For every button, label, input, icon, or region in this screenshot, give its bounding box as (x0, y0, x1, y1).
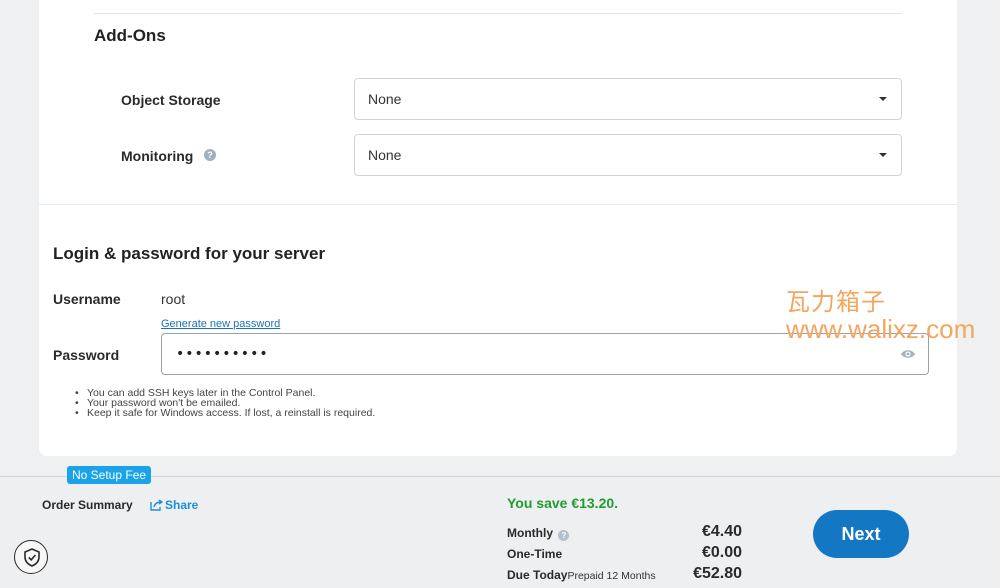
onetime-label: One-Time (507, 547, 563, 561)
username-value: root (161, 291, 186, 307)
object-storage-label: Object Storage (121, 92, 221, 108)
object-storage-value: None (368, 91, 402, 107)
eye-icon[interactable] (900, 348, 916, 360)
savings-text: You save €13.20. (507, 495, 619, 511)
due-today-row: Due TodayPrepaid 12 Months (507, 568, 656, 582)
due-today-label: Due Today (507, 568, 568, 582)
monthly-row: Monthly ? (507, 526, 570, 541)
login-section-title: Login & password for your server (53, 244, 326, 263)
monthly-price: €4.40 (701, 523, 742, 540)
monitoring-label: Monitoring (121, 148, 194, 164)
password-label: Password (53, 347, 120, 363)
section-divider (94, 13, 902, 14)
no-setup-fee-badge: No Setup Fee (67, 466, 152, 484)
password-value: •••••••••• (176, 346, 269, 362)
security-badge[interactable] (14, 540, 48, 574)
order-summary-title: Order Summary (42, 498, 133, 512)
share-button[interactable]: Share (150, 498, 198, 512)
addons-title: Add-Ons (94, 26, 166, 45)
monitoring-value: None (368, 147, 402, 163)
next-button[interactable]: Next (813, 510, 909, 558)
share-label: Share (165, 498, 199, 512)
monthly-label: Monthly (507, 526, 553, 540)
chevron-down-icon (879, 153, 887, 157)
section-divider (39, 204, 957, 205)
generate-password-link[interactable]: Generate new password (161, 318, 280, 330)
chevron-down-icon (879, 97, 887, 101)
password-notes: You can add SSH keys later in the Contro… (75, 388, 375, 419)
username-label: Username (53, 291, 121, 307)
due-today-sub: Prepaid 12 Months (567, 570, 656, 582)
object-storage-select[interactable]: None (354, 78, 902, 120)
watermark-text: 瓦力箱子 (786, 288, 886, 316)
onetime-price: €0.00 (701, 544, 742, 561)
note-item: Keep it safe for Windows access. If lost… (75, 408, 375, 419)
watermark-url: www.walixz.com (786, 314, 976, 344)
monitoring-select[interactable]: None (354, 134, 902, 176)
help-icon[interactable]: ? (204, 149, 216, 161)
share-icon (150, 499, 164, 511)
shield-check-icon (24, 548, 40, 567)
due-today-price: €52.80 (693, 565, 742, 582)
